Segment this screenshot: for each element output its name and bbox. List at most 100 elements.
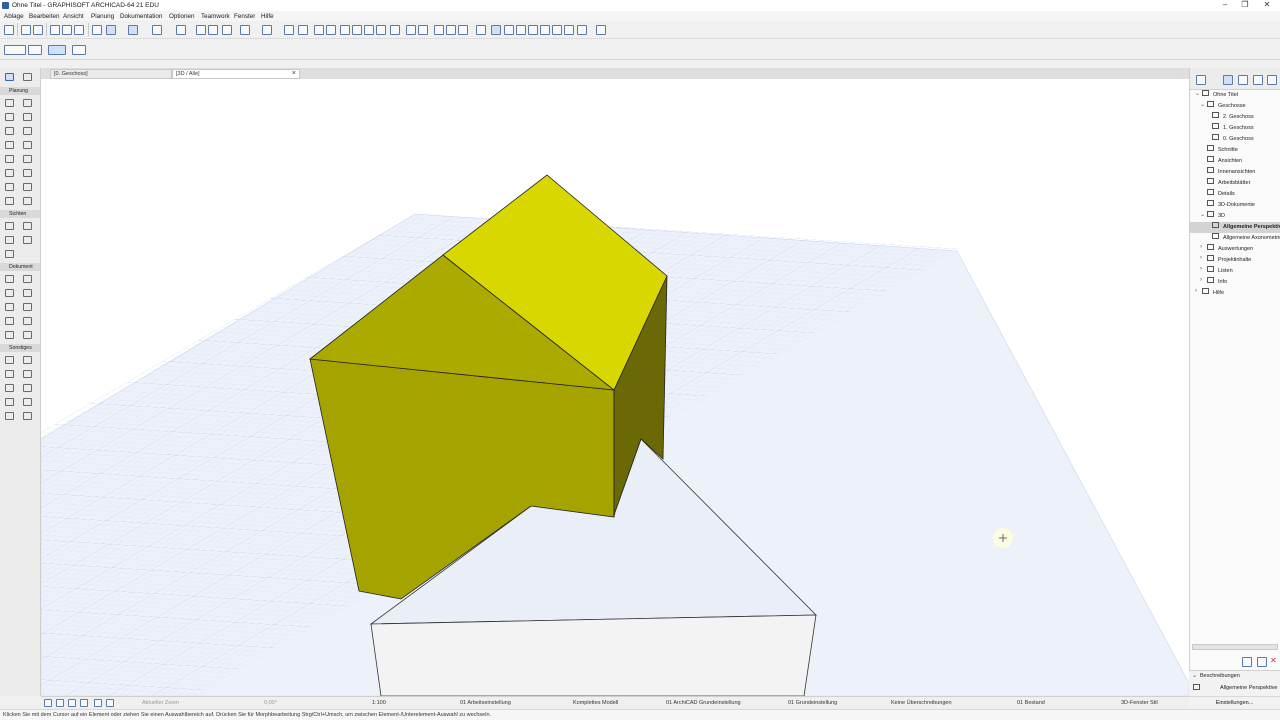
interior-elevation-tool-icon[interactable] [5,236,14,244]
chevron-right-icon[interactable]: › [1195,288,1197,294]
arrow-select-icon[interactable] [48,45,66,55]
navigator-scrollbar[interactable] [1192,644,1278,650]
group-icon[interactable] [240,25,250,35]
tab-floor-plan[interactable]: [0. Geschoss] [50,69,172,79]
morph-tool-icon[interactable] [23,197,32,205]
layer-combination-field[interactable]: 01 Arbeitseinstellung [460,700,511,706]
sketch-icon[interactable] [564,25,574,35]
door-tool-icon[interactable] [23,99,32,107]
inject-icon[interactable] [62,25,72,35]
chevron-down-icon[interactable]: ⌄ [1200,101,1205,108]
zoom-icon[interactable] [106,699,114,707]
elevate-icon[interactable] [418,25,428,35]
mirror-icon[interactable] [406,25,416,35]
align-icon[interactable] [284,25,294,35]
beam-tool-icon[interactable] [23,127,32,135]
railing-tool-icon[interactable] [5,169,14,177]
label-tool-icon[interactable] [23,289,32,297]
clone-view-icon[interactable] [1257,657,1267,667]
circle-tool-icon[interactable] [5,317,14,325]
nav-item-listen[interactable]: Listen [1218,266,1233,276]
settings-button[interactable]: Einstellungen... [1189,696,1280,709]
redo-icon[interactable] [33,25,43,35]
polyline-tool-icon[interactable] [23,317,32,325]
nav-root[interactable]: Ohne Titel [1213,90,1238,100]
toolbox-section-sichten[interactable]: Sichten [0,210,40,218]
angle-field[interactable]: 0,00° [264,700,277,706]
wall-tool-icon[interactable] [5,99,14,107]
3d-viewport[interactable] [41,79,1189,696]
pointer-icon[interactable] [72,45,86,55]
zoom-in-icon[interactable] [68,699,76,707]
layout-book-icon[interactable] [1253,75,1263,85]
chevron-right-icon[interactable]: › [1200,277,1202,283]
zoom-out-icon[interactable] [80,699,88,707]
view-map-icon[interactable] [1238,75,1248,85]
fillet-icon[interactable] [352,25,362,35]
level-dimension-tool-icon[interactable] [23,275,32,283]
layer-icon[interactable] [106,25,116,35]
wall-end-tool-icon[interactable] [5,384,14,392]
nav-item-2-geschoss[interactable]: 2. Geschoss [1223,112,1254,122]
text-tool-icon[interactable] [5,289,14,297]
3d-style-field[interactable]: 3D-Fenster Stil [1121,700,1158,706]
slab-tool-icon[interactable] [23,113,32,121]
camera-tool-icon[interactable] [23,398,32,406]
chevron-right-icon[interactable]: › [1200,244,1202,250]
spline-tool-icon[interactable] [23,384,32,392]
roof-tool-icon[interactable] [5,141,14,149]
trim-icon[interactable] [314,25,324,35]
new-view-icon[interactable] [1242,657,1252,667]
intersect-icon[interactable] [376,25,386,35]
pen-icon[interactable] [152,25,162,35]
adjust-icon[interactable] [364,25,374,35]
rotate-icon[interactable] [390,25,400,35]
model-view-field[interactable]: 01 Grundeinstellung [788,700,837,706]
surfaces-icon[interactable] [528,25,538,35]
toolbox-section-sonstiges[interactable]: Sonstiges [0,344,40,352]
figure-tool-icon[interactable] [23,331,32,339]
stair-tool-icon[interactable] [5,155,14,163]
corner-window-tool-icon[interactable] [23,370,32,378]
nav-item-0-geschoss[interactable]: 0. Geschoss [1223,134,1254,144]
column-tool-icon[interactable] [5,127,14,135]
close-button[interactable]: ✕ [1256,0,1278,11]
grid-element-tool-icon[interactable] [5,356,14,364]
renovation-field[interactable]: 01 Bestand [1017,700,1045,706]
publisher-icon[interactable] [1267,75,1277,85]
worksheet-tool-icon[interactable] [23,236,32,244]
fill-tool-icon[interactable] [5,303,14,311]
nav-item-projektinhalte[interactable]: Projektinhalte [1218,255,1251,265]
mesh-tool-icon[interactable] [23,169,32,177]
offset-icon[interactable] [340,25,350,35]
skylight-tool-icon[interactable] [5,370,14,378]
nav-item-info[interactable]: Info [1218,277,1227,287]
snap-icon[interactable] [196,25,206,35]
dimension-tool-icon[interactable] [5,275,14,283]
menu-fenster[interactable]: Fenster [234,13,255,20]
line-type-icon[interactable] [128,25,138,35]
cursor-icon[interactable] [208,25,218,35]
menu-optionen[interactable]: Optionen [169,13,195,20]
navigator-menu-icon[interactable] [1196,75,1206,85]
drawing-tool-icon[interactable] [5,331,14,339]
lamp-tool-icon[interactable] [23,183,32,191]
nav-item-schnitte[interactable]: Schnitte [1218,145,1238,155]
window-tool-icon[interactable] [5,113,14,121]
3d-window-icon[interactable] [458,25,468,35]
grid-icon[interactable] [176,25,186,35]
split-icon[interactable] [326,25,336,35]
menu-dokumentation[interactable]: Dokumentation [120,13,162,20]
chevron-down-icon[interactable]: ⌄ [1192,672,1197,679]
menu-teamwork[interactable]: Teamwork [201,13,230,20]
fit-in-window-icon[interactable] [94,699,102,707]
graphic-overrides-field[interactable]: Keine Überschreibungen [891,700,952,706]
zoom-field[interactable]: Aktueller Zoom [142,700,179,706]
nav-item-hilfe[interactable]: Hilfe [1213,288,1224,298]
nav-item-allgemeine-perspektive[interactable]: Allgemeine Perspektive [1223,222,1280,232]
curtain-wall-tool-icon[interactable] [23,155,32,163]
zone-tool-icon[interactable] [5,197,14,205]
chevron-right-icon[interactable]: › [1200,255,1202,261]
eyedropper-icon[interactable] [74,25,84,35]
nav-item-arbeitsblaetter[interactable]: Arbeitsblätter [1218,178,1250,188]
